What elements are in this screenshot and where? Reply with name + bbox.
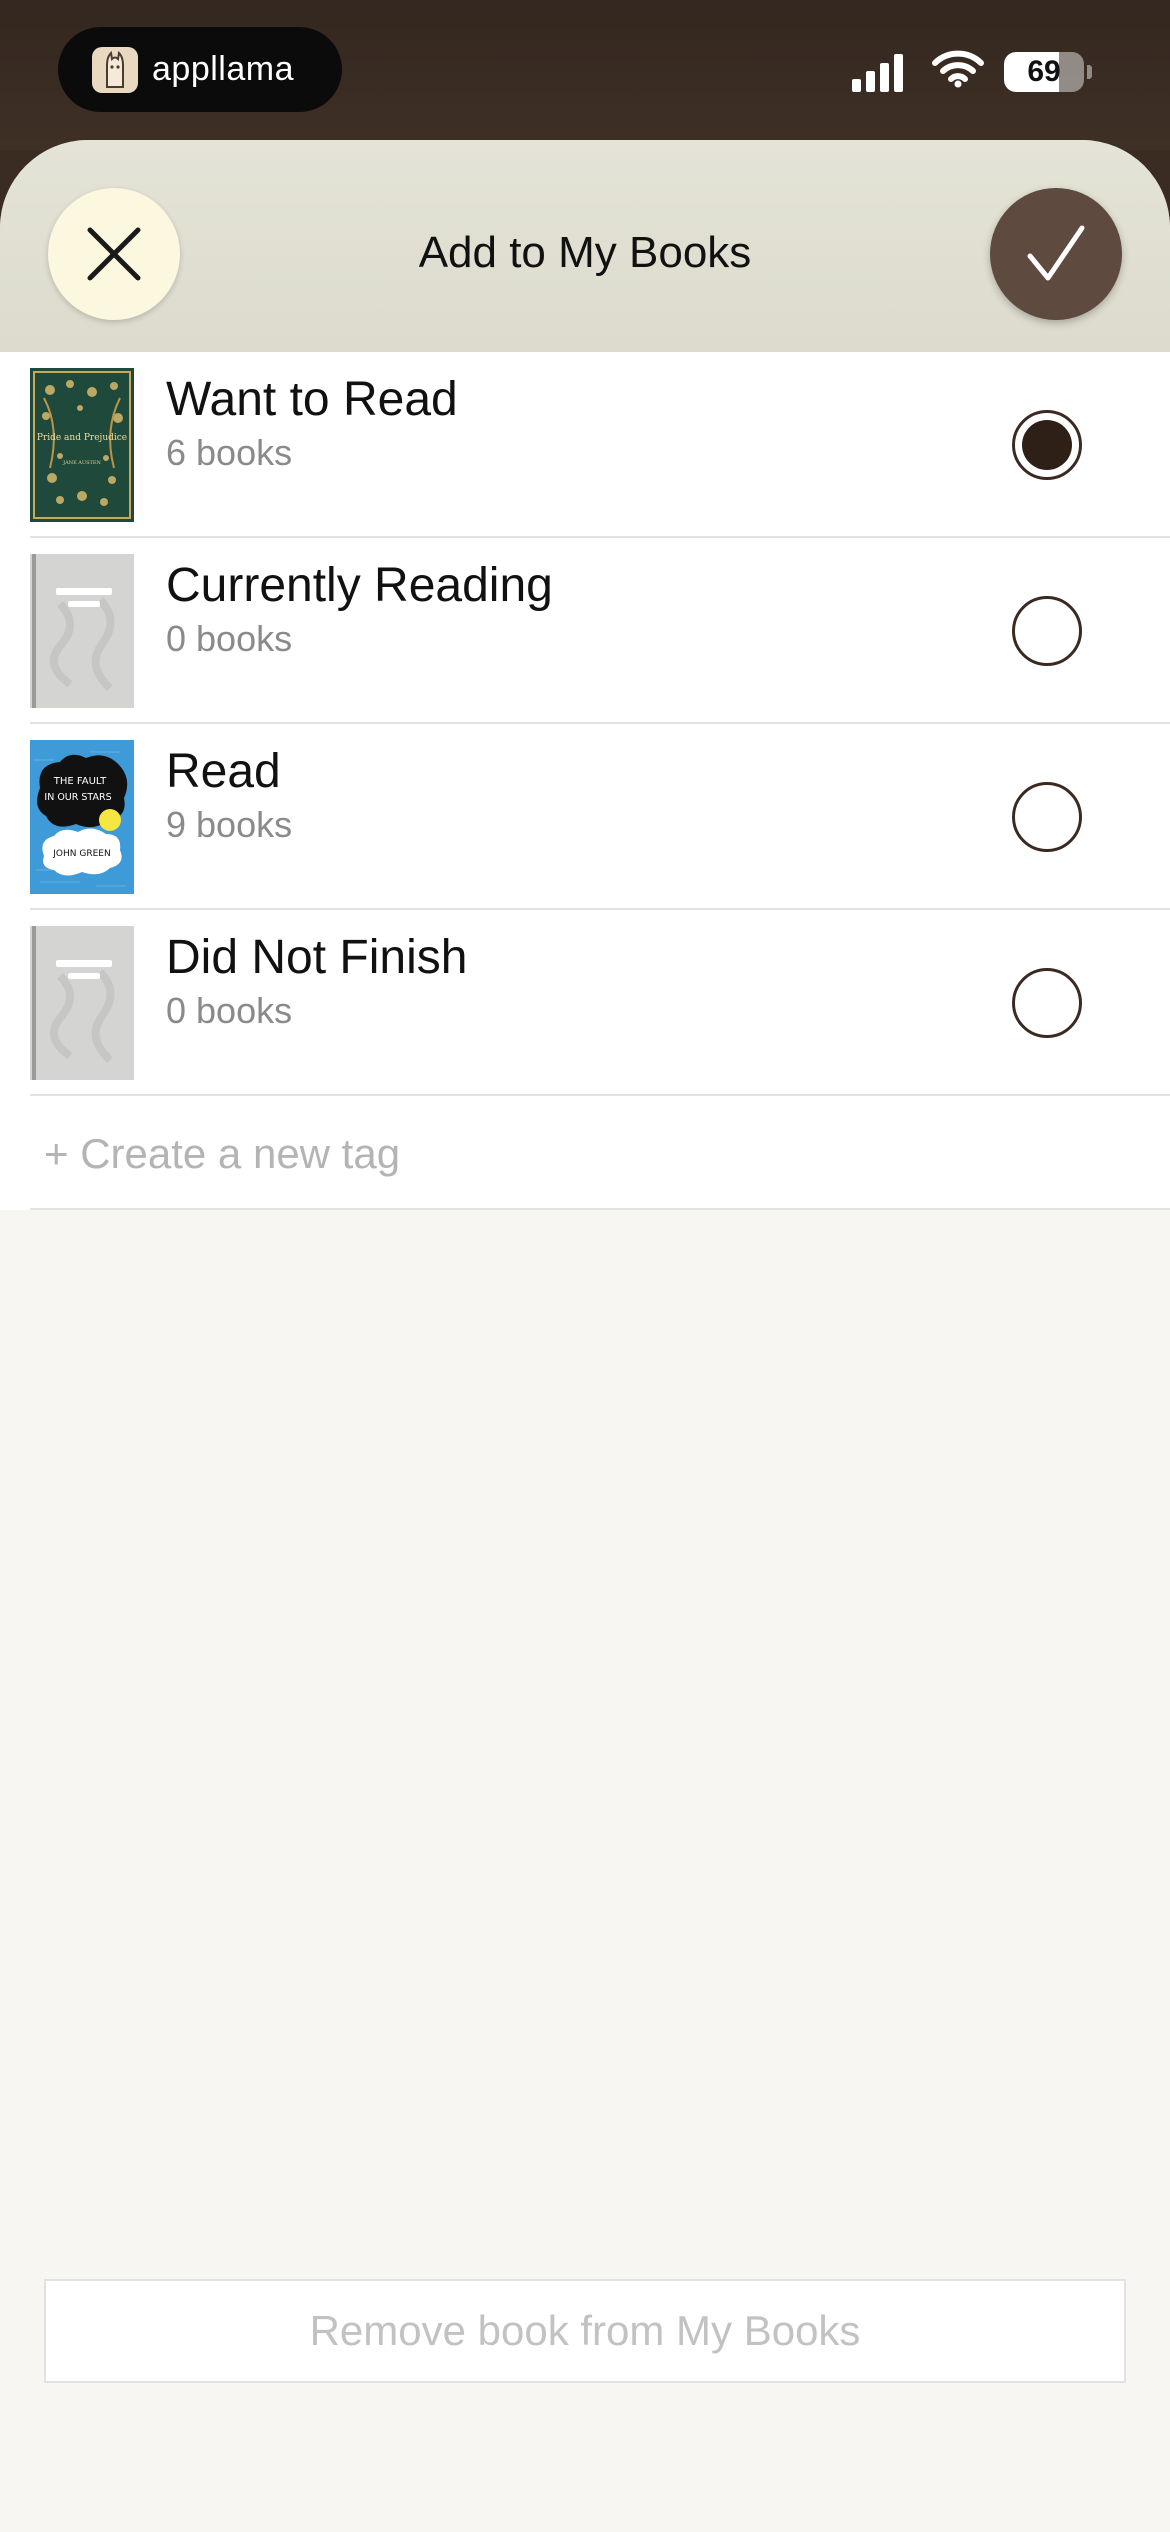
create-new-tag-button[interactable]: + Create a new tag	[0, 1096, 1170, 1210]
tag-book-count: 9 books	[166, 804, 293, 845]
radio-button[interactable]	[1012, 596, 1082, 666]
app-indicator-pill[interactable]: appllama	[58, 27, 342, 112]
list-item-read[interactable]: THE FAULT IN OUR STARS JOHN GREEN Read 9…	[0, 724, 1170, 910]
close-icon	[87, 227, 141, 281]
tag-book-count: 0 books	[166, 618, 293, 659]
tag-title: Want to Read	[166, 373, 458, 426]
cover-title-line2: IN OUR STARS	[44, 792, 111, 803]
placeholder-cover	[30, 926, 134, 1080]
radio-button[interactable]	[1012, 968, 1082, 1038]
the-fault-in-our-stars-cover: THE FAULT IN OUR STARS JOHN GREEN	[30, 740, 134, 894]
create-new-tag-label: + Create a new tag	[44, 1130, 401, 1177]
tag-book-count: 0 books	[166, 990, 293, 1031]
cover-author-text: JANE AUSTEN	[62, 460, 101, 466]
tag-title: Read	[166, 745, 281, 798]
sheet-title: Add to My Books	[418, 228, 752, 277]
list-item-currently-reading[interactable]: Currently Reading 0 books	[0, 538, 1170, 724]
cover-title-text: Pride and Prejudice	[37, 433, 127, 443]
llama-icon	[92, 46, 138, 93]
list-item-want-to-read[interactable]: Pride and Prejudice JANE AUSTEN Want to …	[0, 352, 1170, 538]
placeholder-cover	[30, 554, 134, 708]
pride-and-prejudice-cover: Pride and Prejudice JANE AUSTEN	[30, 368, 134, 522]
sheet-header: Add to My Books	[0, 140, 1170, 352]
battery-icon: 69	[1004, 51, 1084, 92]
cellular-signal-icon	[852, 52, 908, 92]
status-bar: appllama 69	[0, 0, 1170, 150]
battery-cap	[1087, 64, 1092, 79]
cover-author-text: JOHN GREEN	[52, 849, 110, 859]
status-icons: 69	[852, 50, 1092, 93]
add-to-my-books-sheet: Add to My Books Pride and Prejudice JANE…	[0, 140, 1170, 2532]
radio-button-selected[interactable]	[1012, 410, 1082, 480]
tag-book-count: 6 books	[166, 432, 293, 473]
confirm-button[interactable]	[990, 188, 1122, 320]
list-item-did-not-finish[interactable]: Did Not Finish 0 books	[0, 910, 1170, 1096]
radio-button[interactable]	[1012, 782, 1082, 852]
battery-level-text: 69	[1027, 54, 1061, 88]
remove-book-button[interactable]: Remove book from My Books	[44, 2279, 1126, 2383]
cover-title-line1: THE FAULT	[53, 776, 107, 787]
tag-title: Currently Reading	[166, 559, 553, 612]
wifi-icon	[932, 50, 984, 93]
tag-list: Pride and Prejudice JANE AUSTEN Want to …	[0, 352, 1170, 1210]
checkmark-icon	[1027, 225, 1085, 281]
tag-title: Did Not Finish	[166, 931, 468, 984]
close-button[interactable]	[48, 188, 180, 320]
app-name: appllama	[152, 50, 294, 88]
